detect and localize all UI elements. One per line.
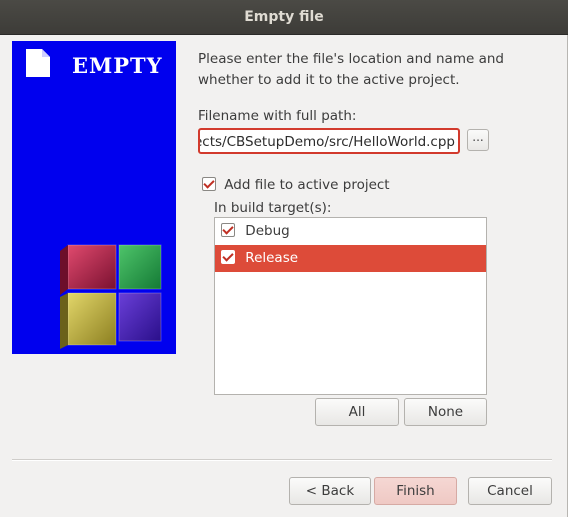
build-targets-label: In build target(s): bbox=[214, 200, 332, 216]
banner-brand-text: EMPTY bbox=[72, 53, 163, 78]
build-target-debug[interactable]: Debug bbox=[215, 218, 486, 245]
intro-text: Please enter the file's location and nam… bbox=[198, 51, 504, 88]
empty-file-dialog: EMPTY Please enter the file's location a… bbox=[0, 35, 568, 517]
build-target-label: Release bbox=[245, 250, 299, 266]
footer-separator bbox=[12, 459, 552, 461]
browse-button[interactable]: ... bbox=[467, 129, 489, 151]
checkbox-checked-icon[interactable] bbox=[221, 250, 235, 264]
cancel-button[interactable]: Cancel bbox=[468, 477, 552, 505]
build-target-release[interactable]: Release bbox=[215, 245, 486, 272]
finish-button[interactable]: Finish bbox=[374, 477, 457, 505]
add-to-project-label: Add file to active project bbox=[224, 177, 390, 193]
add-to-project-checkbox[interactable]: Add file to active project bbox=[202, 177, 390, 193]
window-title-bar: Empty file bbox=[0, 0, 568, 35]
document-icon bbox=[26, 49, 50, 77]
window-title: Empty file bbox=[244, 9, 324, 25]
back-button[interactable]: < Back bbox=[289, 477, 371, 505]
build-target-label: Debug bbox=[245, 223, 290, 239]
select-none-button[interactable]: None bbox=[404, 398, 487, 426]
build-targets-list[interactable]: Debug Release bbox=[214, 217, 487, 395]
select-all-button[interactable]: All bbox=[315, 398, 399, 426]
checkbox-checked-icon bbox=[202, 177, 216, 191]
filename-input-value: ects/CBSetupDemo/src/HelloWorld.cpp bbox=[198, 134, 455, 150]
filename-label: Filename with full path: bbox=[198, 108, 357, 124]
filename-input[interactable]: ects/CBSetupDemo/src/HelloWorld.cpp bbox=[198, 128, 460, 154]
cube-logo bbox=[60, 244, 162, 349]
checkbox-checked-icon[interactable] bbox=[221, 223, 235, 237]
wizard-banner: EMPTY bbox=[12, 41, 176, 354]
